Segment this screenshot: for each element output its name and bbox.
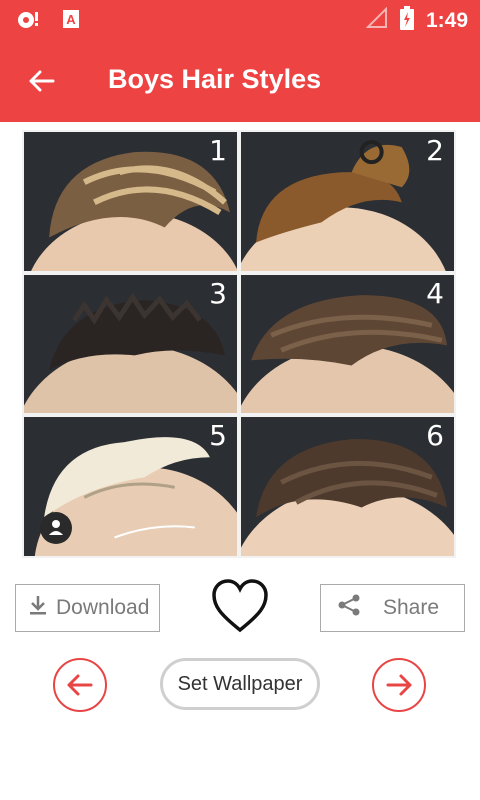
hairstyle-tile: 1 — [24, 132, 237, 271]
set-wallpaper-label: Set Wallpaper — [177, 672, 303, 695]
tile-number: 1 — [209, 134, 227, 167]
tile-number: 3 — [209, 276, 227, 310]
hairstyle-tile: 2 — [241, 132, 454, 271]
status-bar: A 1:49 — [0, 0, 480, 38]
download-button[interactable]: Download — [15, 584, 160, 632]
app-a-icon: A — [62, 9, 80, 34]
tile-number: 4 — [426, 276, 444, 310]
clock: 1:49 — [425, 9, 468, 32]
page-title: Boys Hair Styles — [108, 64, 322, 94]
svg-text:A: A — [66, 12, 76, 27]
previous-button[interactable] — [53, 658, 107, 712]
share-button[interactable]: Share — [320, 584, 465, 632]
arrow-left-icon[interactable] — [26, 66, 56, 96]
hairstyle-gallery-image[interactable]: 1 2 3 4 5 6 — [22, 130, 456, 558]
tile-number: 5 — [209, 419, 227, 453]
notification-icon — [16, 8, 40, 35]
next-button[interactable] — [372, 658, 426, 712]
set-wallpaper-button[interactable]: Set Wallpaper — [160, 658, 320, 710]
share-icon — [337, 593, 361, 623]
download-label: Download — [56, 596, 150, 619]
signal-icon — [365, 6, 388, 35]
hairstyle-tile: 6 — [241, 417, 454, 556]
arrow-left-circle-icon — [55, 674, 105, 714]
heart-icon[interactable] — [210, 578, 270, 634]
hairstyle-tile: 3 — [24, 274, 237, 414]
app-bar: Boys Hair Styles — [0, 38, 480, 122]
tile-number: 2 — [426, 134, 444, 167]
share-label: Share — [383, 596, 440, 619]
arrow-right-circle-icon — [374, 674, 424, 714]
hairstyle-tile: 4 — [241, 274, 454, 414]
download-icon — [28, 594, 48, 622]
person-icon — [40, 512, 72, 544]
tile-number: 6 — [426, 419, 444, 453]
battery-icon — [399, 6, 414, 36]
